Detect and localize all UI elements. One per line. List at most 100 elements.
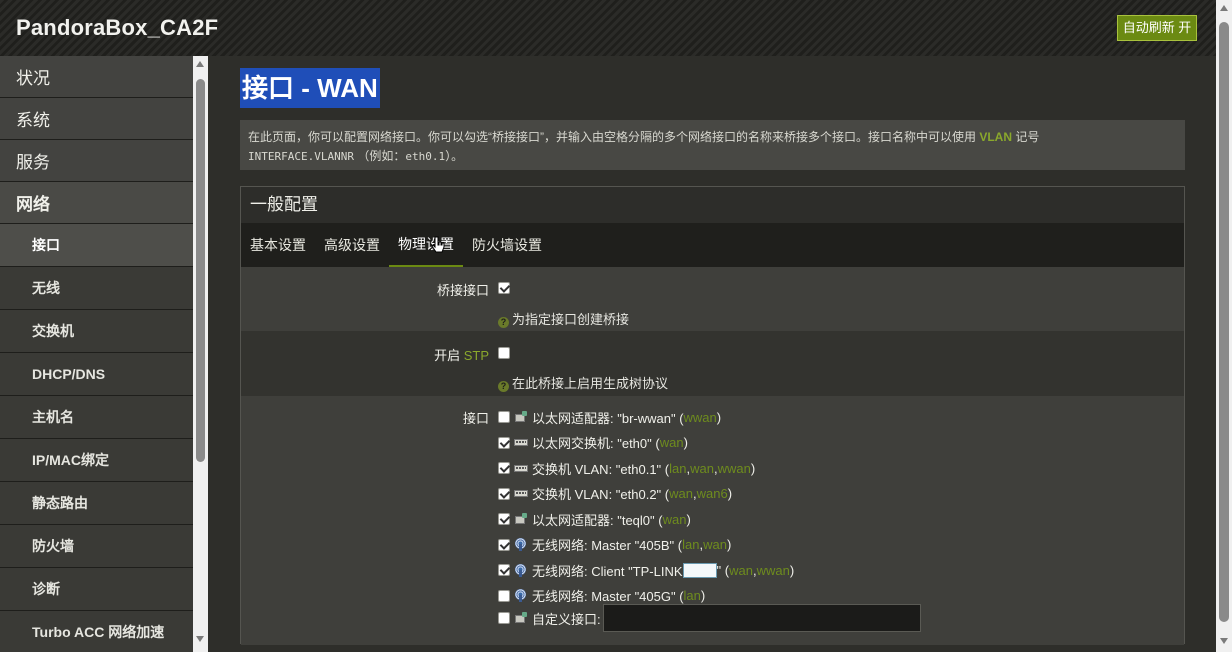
interface-item: 无线网络: Master "405G" (lan) bbox=[498, 587, 705, 605]
zone-badge: wan bbox=[669, 486, 693, 501]
interface-text: 无线网络: Master "405G" ( bbox=[532, 589, 684, 604]
wifi-antenna-icon bbox=[514, 563, 528, 577]
custom-interface-input[interactable] bbox=[602, 604, 921, 632]
auto-refresh-button[interactable]: 自动刷新 开 bbox=[1117, 15, 1197, 41]
page-scroll-up-icon[interactable] bbox=[1220, 5, 1228, 11]
interface-text: ) bbox=[727, 486, 733, 501]
stp-hint: ? 在此桥接上启用生成树协议 bbox=[498, 373, 668, 392]
ssid-redacted-box bbox=[682, 562, 717, 578]
interface-checkbox[interactable] bbox=[498, 564, 510, 576]
desc-vlan-abbr: VLAN bbox=[979, 130, 1013, 144]
zone-badge: lan bbox=[683, 588, 701, 603]
interface-text: ) bbox=[683, 435, 688, 450]
zone-badge: wan6 bbox=[696, 486, 728, 501]
stp-abbr: STP bbox=[463, 348, 489, 363]
ethernet-adapter-icon bbox=[514, 611, 528, 625]
sidebar-item-5[interactable]: 无线 bbox=[0, 267, 193, 310]
stp-row: 开启 STP ? 在此桥接上启用生成树协议 bbox=[241, 331, 1184, 396]
interface-checkbox[interactable] bbox=[498, 538, 510, 551]
interface-text: 无线网络: Client "TP-LINK bbox=[532, 563, 683, 579]
interface-checkbox[interactable] bbox=[498, 462, 510, 474]
interface-checkbox[interactable] bbox=[498, 513, 510, 525]
page-title: 接口 - WAN bbox=[240, 68, 380, 108]
interface-item: 以太网适配器: "teql0" (wan) bbox=[498, 510, 691, 528]
stp-label-prefix: 开启 bbox=[434, 348, 461, 363]
sidebar-item-8[interactable]: 主机名 bbox=[0, 396, 193, 439]
switch-icon bbox=[514, 487, 528, 500]
zone-badge: lan bbox=[669, 460, 687, 476]
switch-icon bbox=[514, 462, 528, 475]
zone-badge: wan bbox=[729, 562, 753, 578]
page-description: 在此页面，你可以配置网络接口。你可以勾选“桥接接口”，并输入由空格分隔的多个网络… bbox=[240, 120, 1185, 170]
sidebar-item-1[interactable]: 系统 bbox=[0, 98, 193, 140]
interfaces-label: 接口 bbox=[462, 411, 489, 426]
ethernet-adapter-icon bbox=[514, 512, 528, 526]
tab-2[interactable]: 物理设置 bbox=[389, 223, 463, 267]
stp-hint-text: 在此桥接上启用生成树协议 bbox=[512, 376, 669, 391]
stp-label: 开启 STP bbox=[434, 345, 489, 364]
interface-text: ) bbox=[750, 460, 756, 476]
interface-text: ) bbox=[700, 588, 706, 603]
stp-checkbox[interactable] bbox=[498, 347, 510, 359]
zone-badge: lan bbox=[682, 537, 700, 552]
switch-icon bbox=[514, 436, 528, 449]
sidebar-item-6[interactable]: 交换机 bbox=[0, 310, 193, 353]
sidebar-item-11[interactable]: 防火墙 bbox=[0, 525, 193, 568]
wifi-antenna-icon bbox=[514, 589, 528, 602]
wifi-antenna-icon bbox=[514, 538, 528, 551]
desc-mono-token: INTERFACE.VLANNR bbox=[248, 150, 354, 163]
desc-text-3: （例如： bbox=[357, 149, 406, 163]
bridge-label: 桥接接口 bbox=[436, 283, 489, 298]
interface-text: ) bbox=[716, 409, 722, 425]
top-header: PandoraBox_CA2F 自动刷新 开 bbox=[0, 0, 1232, 57]
desc-text-1: 在此页面，你可以配置网络接口。你可以勾选“桥接接口”，并输入由空格分隔的多个网络… bbox=[248, 130, 976, 144]
tab-0[interactable]: 基本设置 bbox=[241, 223, 315, 267]
interface-item: 无线网络: Client "TP-LINK " (wan, wwan) bbox=[498, 561, 794, 579]
sidebar: 状况 系统 服务 网络 接口 无线 交换机 DHCP/DNS 主机名 IP/MAC绑定 静态路由 防火… bbox=[0, 56, 193, 652]
interface-text: 无线网络: Master "405B" ( bbox=[532, 538, 683, 553]
sidebar-item-12[interactable]: 诊断 bbox=[0, 568, 193, 611]
interface-checkbox[interactable] bbox=[498, 589, 510, 602]
sidebar-item-13[interactable]: Turbo ACC 网络加速 bbox=[0, 611, 193, 652]
tab-1[interactable]: 高级设置 bbox=[315, 223, 389, 267]
interface-text: 以太网交换机: "eth0" ( bbox=[532, 436, 660, 451]
interface-text: ) bbox=[686, 511, 691, 527]
interface-checkbox[interactable] bbox=[498, 411, 510, 423]
zone-badge: wwan bbox=[683, 409, 717, 425]
bridge-hint: ? 为指定接口创建桥接 bbox=[498, 309, 629, 328]
page-scrollbar[interactable] bbox=[1216, 0, 1232, 652]
main-content: 接口 - WAN 在此页面，你可以配置网络接口。你可以勾选“桥接接口”，并输入由… bbox=[208, 56, 1216, 652]
interface-checkbox[interactable] bbox=[498, 612, 510, 624]
hand-cursor-icon bbox=[431, 236, 445, 253]
bridge-hint-text: 为指定接口创建桥接 bbox=[512, 312, 630, 327]
interface-item: 无线网络: Master "405B" (lan, wan) bbox=[498, 536, 731, 554]
sidebar-item-3[interactable]: 网络 bbox=[0, 182, 193, 224]
sidebar-scroll-thumb[interactable] bbox=[196, 79, 205, 462]
sidebar-item-0[interactable]: 状况 bbox=[0, 56, 193, 98]
sidebar-item-10[interactable]: 静态路由 bbox=[0, 482, 193, 525]
sidebar-item-2[interactable]: 服务 bbox=[0, 140, 193, 182]
interface-item: 以太网交换机: "eth0" (wan) bbox=[498, 434, 688, 452]
interface-checkbox[interactable] bbox=[498, 487, 510, 500]
brand-title[interactable]: PandoraBox_CA2F bbox=[16, 15, 218, 41]
interface-text: 以太网适配器: "br-wwan" ( bbox=[532, 410, 684, 426]
page-scroll-thumb[interactable] bbox=[1219, 22, 1229, 622]
interface-text: ) bbox=[789, 562, 795, 578]
page-scroll-down-icon[interactable] bbox=[1220, 638, 1228, 644]
interface-checkbox[interactable] bbox=[498, 436, 510, 449]
sidebar-scroll-up-icon[interactable] bbox=[196, 61, 204, 67]
interfaces-row: 接口 以太网适配器: "br-wwan" (wwan) 以太网交换机: "eth0… bbox=[241, 396, 1184, 645]
zone-badge: wwan bbox=[717, 460, 751, 476]
help-icon: ? bbox=[498, 317, 509, 328]
ethernet-adapter-icon bbox=[514, 410, 528, 424]
interface-text: 自定义接口: bbox=[532, 611, 601, 627]
sidebar-scroll-down-icon[interactable] bbox=[196, 636, 204, 642]
sidebar-item-4[interactable]: 接口 bbox=[0, 224, 193, 267]
tab-3[interactable]: 防火墙设置 bbox=[463, 223, 551, 267]
interface-item: 以太网适配器: "br-wwan" (wwan) bbox=[498, 408, 721, 426]
interface-text: ) bbox=[726, 537, 732, 552]
bridge-checkbox[interactable] bbox=[498, 282, 510, 294]
sidebar-item-9[interactable]: IP/MAC绑定 bbox=[0, 439, 193, 482]
interface-text: 交换机 VLAN: "eth0.2" ( bbox=[532, 487, 670, 502]
sidebar-item-7[interactable]: DHCP/DNS bbox=[0, 353, 193, 396]
